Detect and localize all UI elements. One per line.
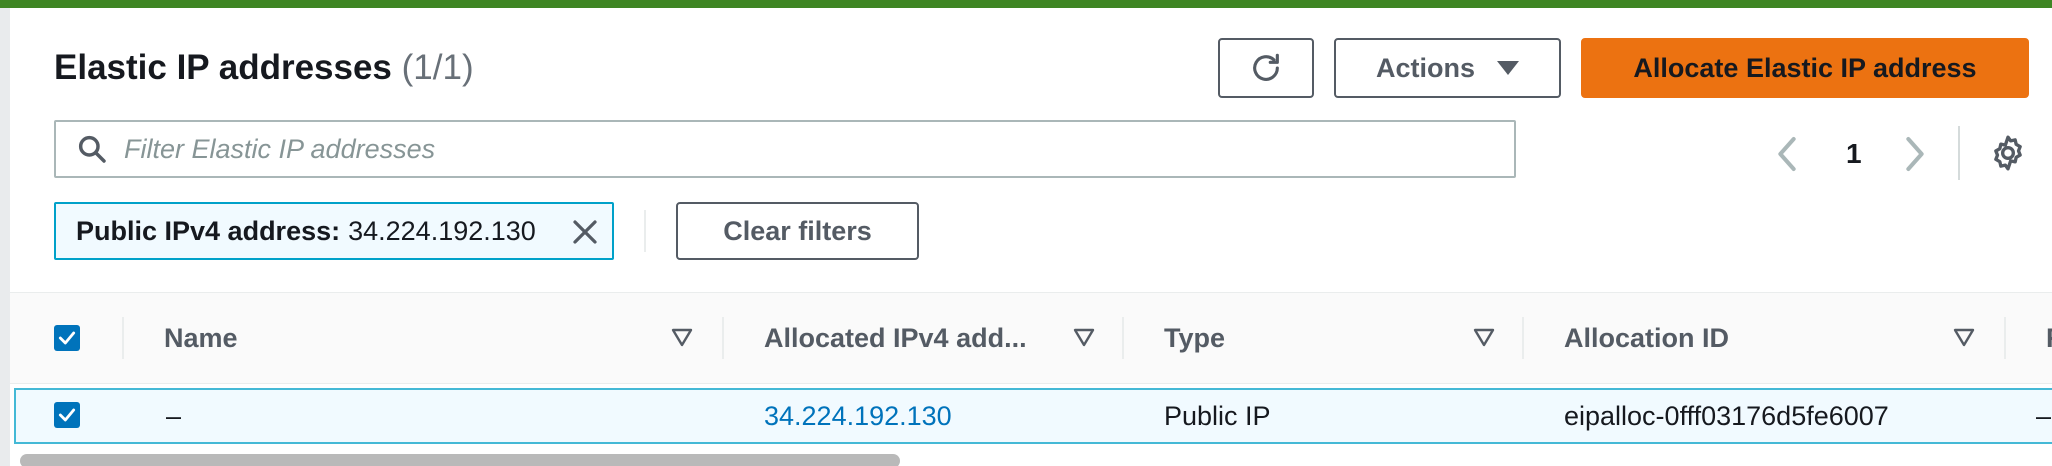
refresh-button[interactable] [1218,38,1314,98]
caret-down-icon [1497,61,1519,75]
allocate-eip-button[interactable]: Allocate Elastic IP address [1581,38,2029,98]
filter-input[interactable] [122,132,1514,166]
search-icon [78,135,106,163]
column-divider [2004,317,2006,359]
refresh-icon [1253,53,1279,81]
sort-icon[interactable] [1072,325,1096,349]
page-title: Elastic IP addresses (1/1) [54,48,474,88]
filter-separator [644,210,646,252]
sort-icon[interactable] [1472,325,1496,349]
gear-icon[interactable] [1988,133,2028,173]
sort-icon[interactable] [1952,325,1976,349]
checkmark-icon [58,408,76,422]
actions-dropdown-button[interactable]: Actions [1334,38,1561,98]
column-divider [1522,317,1524,359]
allocate-eip-label: Allocate Elastic IP address [1633,52,1977,83]
sort-icon[interactable] [670,325,694,349]
pagination-current-page[interactable]: 1 [1846,138,1862,170]
horizontal-scrollbar[interactable] [20,454,900,466]
column-header-name[interactable]: Name [164,293,238,383]
page-title-text: Elastic IP addresses [54,48,392,87]
column-header-allocation-id[interactable]: Allocation ID [1564,293,1729,383]
column-divider [1122,317,1124,359]
column-divider [122,317,124,359]
row-checkbox[interactable] [54,402,80,428]
column-header-type[interactable]: Type [1164,293,1225,383]
filter-token-value: 34.224.192.130 [348,215,536,246]
chevron-left-icon[interactable] [1774,134,1800,174]
select-all-checkbox[interactable] [54,325,80,351]
table-header: Name Allocated IPv4 add... Type Allocati… [10,292,2052,384]
pagination-divider [1958,126,1960,180]
page-title-count: (1/1) [401,48,474,87]
table-row[interactable]: – 34.224.192.130 Public IP eipalloc-0fff… [14,388,2052,444]
filter-token: Public IPv4 address: 34.224.192.130 [54,202,614,260]
clear-filters-button[interactable]: Clear filters [676,202,919,260]
filter-token-key: Public IPv4 address: [76,215,341,246]
cell-name: – [166,400,182,431]
page: Elastic IP addresses (1/1) Actions Alloc… [0,0,2052,466]
eip-panel: Elastic IP addresses (1/1) Actions Alloc… [10,8,2052,466]
close-icon[interactable] [570,217,600,247]
column-divider [722,317,724,359]
clear-filters-label: Clear filters [723,215,872,246]
actions-label: Actions [1375,52,1475,83]
chevron-right-icon[interactable] [1902,134,1928,174]
column-header-ipv4[interactable]: Allocated IPv4 add... [764,293,1027,383]
checkmark-icon [58,331,76,345]
cell-truncated: – [2036,400,2052,431]
filter-field[interactable] [54,120,1516,178]
cell-allocation-id: eipalloc-0fff03176d5fe6007 [1564,400,1889,431]
left-edge [0,0,10,466]
top-accent-bar [0,0,2052,8]
cell-type: Public IP [1164,400,1271,431]
column-header-truncated[interactable]: R [2046,293,2052,383]
cell-ipv4-link[interactable]: 34.224.192.130 [764,390,952,442]
